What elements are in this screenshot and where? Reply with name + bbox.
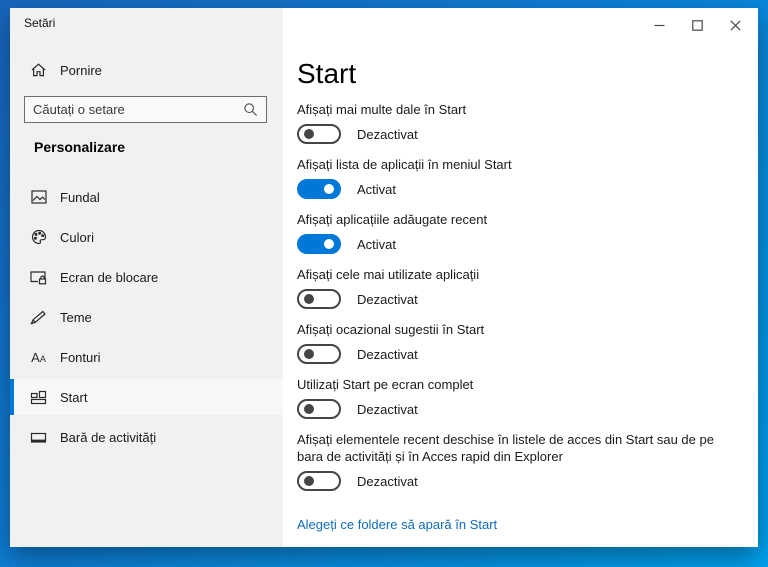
toggle-suggestions[interactable] <box>297 344 341 364</box>
settings-window: Setări Pornire Căutați o setare Personal… <box>10 8 758 547</box>
setting-label: Afișați aplicațiile adăugate recent <box>297 212 488 227</box>
close-button[interactable] <box>716 12 754 38</box>
toggle-most-used[interactable] <box>297 289 341 309</box>
setting-fullscreen-start: Utilizați Start pe ecran complet Dezacti… <box>297 376 738 419</box>
sidebar-item-label: Ecran de blocare <box>60 269 159 285</box>
search-input[interactable]: Căutați o setare <box>24 96 267 123</box>
sidebar-item-home-label: Pornire <box>60 62 102 78</box>
setting-label: Afișați cele mai utilizate aplicații <box>297 267 480 282</box>
minimize-button[interactable] <box>640 12 678 38</box>
toggle-more-tiles[interactable] <box>297 124 341 144</box>
choose-folders-link[interactable]: Alegeți ce foldere să apară în Start <box>297 517 497 532</box>
themes-icon <box>30 310 47 325</box>
sidebar-section-heading: Personalizare <box>34 139 126 155</box>
page-title: Start <box>297 58 357 89</box>
sidebar-item-label: Fundal <box>60 189 100 205</box>
search-placeholder: Căutați o setare <box>33 102 125 117</box>
sidebar-item-start[interactable]: Start <box>10 379 283 415</box>
sidebar-item-culori[interactable]: Culori <box>10 219 283 255</box>
toggle-status: Dezactivat <box>357 346 418 362</box>
main-panel: Start Afișați mai multe dale în Start De… <box>283 8 758 547</box>
setting-recent-items: Afișați elementele recent deschise în li… <box>297 431 738 491</box>
toggle-status: Dezactivat <box>357 473 418 489</box>
search-icon <box>243 102 258 117</box>
fonts-icon: AA <box>31 349 46 365</box>
setting-recently-added: Afișați aplicațiile adăugate recent Acti… <box>297 211 738 254</box>
maximize-button[interactable] <box>678 12 716 38</box>
sidebar: Setări Pornire Căutați o setare Personal… <box>10 8 283 547</box>
sidebar-item-fundal[interactable]: Fundal <box>10 179 283 215</box>
setting-app-list: Afișați lista de aplicații în meniul Sta… <box>297 156 738 199</box>
setting-suggestions: Afișați ocazional sugestii în Start Deza… <box>297 321 738 364</box>
sidebar-item-teme[interactable]: Teme <box>10 299 283 335</box>
home-icon <box>30 62 47 78</box>
toggle-status: Dezactivat <box>357 126 418 142</box>
sidebar-nav: Fundal Culori Ecran de blocare Teme A A … <box>10 179 283 459</box>
setting-more-tiles: Afișați mai multe dale în Start Dezactiv… <box>297 101 738 144</box>
sidebar-item-label: Fonturi <box>60 349 101 365</box>
sidebar-item-label: Culori <box>60 229 94 245</box>
sidebar-item-ecran-de-blocare[interactable]: Ecran de blocare <box>10 259 283 295</box>
toggle-status: Dezactivat <box>357 291 418 307</box>
close-icon <box>729 19 741 31</box>
setting-label: Afișați elementele recent deschise în li… <box>297 432 714 464</box>
sidebar-item-bara-de-activitati[interactable]: Bară de activități <box>10 419 283 455</box>
window-controls <box>640 12 754 38</box>
background-image-icon <box>30 190 47 204</box>
palette-icon <box>30 229 47 245</box>
sidebar-item-label: Bară de activități <box>60 429 157 445</box>
sidebar-item-label: Teme <box>60 309 92 325</box>
toggle-status: Dezactivat <box>357 401 418 417</box>
setting-label: Afișați ocazional sugestii în Start <box>297 322 485 337</box>
maximize-icon <box>691 19 703 31</box>
setting-label: Afișați lista de aplicații în meniul Sta… <box>297 157 512 172</box>
setting-most-used: Afișați cele mai utilizate aplicații Dez… <box>297 266 738 309</box>
sidebar-item-home[interactable]: Pornire <box>10 52 283 88</box>
minimize-icon <box>654 24 664 26</box>
toggle-status: Activat <box>357 236 397 252</box>
toggle-recently-added[interactable] <box>297 234 341 254</box>
toggle-recent-items[interactable] <box>297 471 341 491</box>
window-title: Setări <box>24 16 56 30</box>
toggle-app-list[interactable] <box>297 179 341 199</box>
start-tiles-icon <box>30 390 47 405</box>
sidebar-item-label: Start <box>60 389 88 405</box>
toggle-fullscreen-start[interactable] <box>297 399 341 419</box>
setting-label: Utilizați Start pe ecran complet <box>297 377 474 392</box>
setting-label: Afișați mai multe dale în Start <box>297 102 467 117</box>
taskbar-icon <box>30 431 47 444</box>
toggle-status: Activat <box>357 181 397 197</box>
lock-screen-icon <box>30 270 47 285</box>
sidebar-item-fonturi[interactable]: AA Fonturi <box>10 339 283 375</box>
